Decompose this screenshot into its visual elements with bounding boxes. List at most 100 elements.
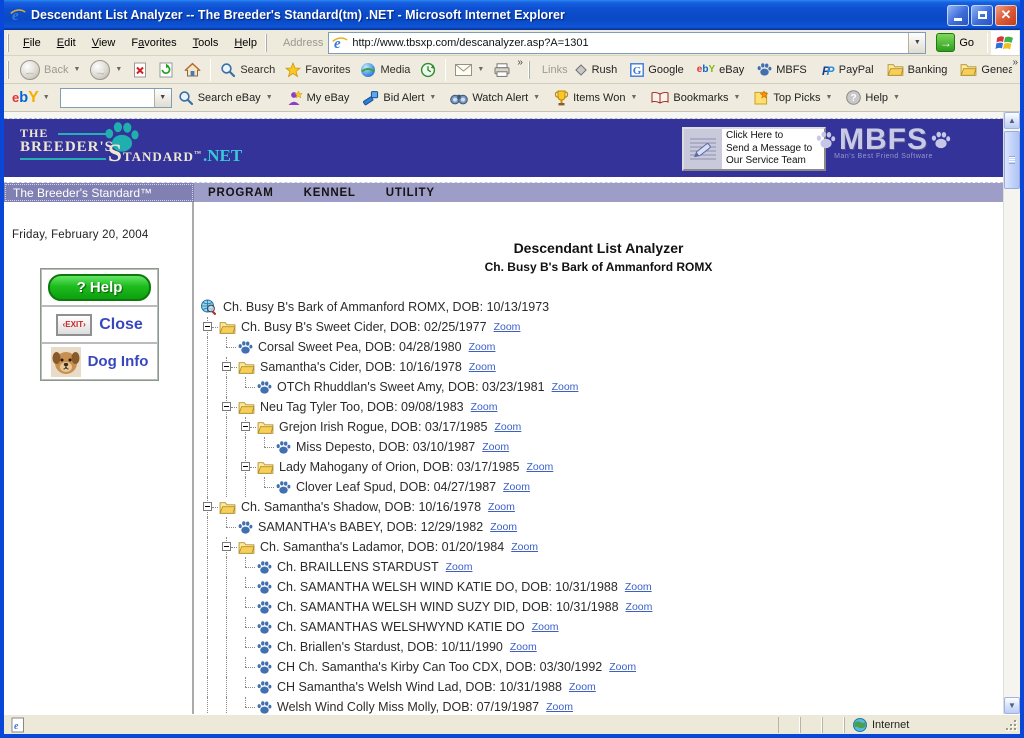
mbfs-logo[interactable]: MBFS Man's Best Friend Software: [816, 125, 951, 160]
media-button[interactable]: Media: [355, 60, 415, 80]
nav-item-program[interactable]: PROGRAM: [208, 187, 274, 199]
resize-grip[interactable]: [1004, 718, 1018, 732]
scroll-up-button[interactable]: ▲: [1004, 112, 1020, 129]
ebay-bid-alert[interactable]: Bid Alert▼: [363, 90, 436, 106]
zoom-link[interactable]: Zoom: [503, 481, 530, 493]
ebay-search-dropdown-button[interactable]: ▼: [154, 89, 171, 107]
scroll-down-button[interactable]: ▼: [1004, 697, 1020, 714]
chevron-down-icon[interactable]: ▼: [533, 94, 540, 101]
link-genealogy[interactable]: Genealogy: [960, 63, 1012, 76]
tree-expander[interactable]: [222, 362, 231, 371]
link-ebay[interactable]: ebYeBay: [697, 64, 744, 76]
toolbar-grip[interactable]: [265, 34, 270, 52]
home-button[interactable]: [179, 60, 206, 79]
scrollbar-thumb[interactable]: [1004, 131, 1020, 189]
back-button[interactable]: ←Back▼: [15, 58, 85, 82]
chevron-down-icon[interactable]: ▼: [825, 94, 832, 101]
link-google[interactable]: GGoogle: [630, 63, 683, 77]
link-banking[interactable]: Banking: [887, 63, 948, 76]
toolbar-grip[interactable]: [7, 61, 12, 79]
minimize-button[interactable]: [947, 5, 969, 26]
zoom-link[interactable]: Zoom: [469, 341, 496, 353]
chevron-down-icon[interactable]: ▼: [266, 94, 273, 101]
help-button[interactable]: ? Help: [41, 269, 158, 306]
link-mbfs[interactable]: MBFS: [757, 62, 807, 77]
zoom-link[interactable]: Zoom: [552, 381, 579, 393]
mail-button[interactable]: ▼: [450, 62, 489, 78]
ebay-search-input[interactable]: [61, 89, 154, 107]
toolbar-overflow-chevron[interactable]: »: [517, 57, 523, 68]
zoom-link[interactable]: Zoom: [510, 641, 537, 653]
ebay-my-ebay[interactable]: My eBay: [287, 90, 350, 106]
zoom-link[interactable]: Zoom: [494, 321, 521, 333]
zoom-link[interactable]: Zoom: [469, 361, 496, 373]
close-button[interactable]: ✕: [995, 5, 1017, 26]
zoom-link[interactable]: Zoom: [488, 501, 515, 513]
zoom-link[interactable]: Zoom: [569, 681, 596, 693]
zoom-link[interactable]: Zoom: [490, 521, 517, 533]
close-button[interactable]: ‹EXIT›Close: [41, 306, 158, 343]
zoom-link[interactable]: Zoom: [526, 461, 553, 473]
forward-button[interactable]: →▼: [85, 58, 127, 82]
tree-expander[interactable]: [222, 542, 231, 551]
maximize-button[interactable]: [971, 5, 993, 26]
tree-expander[interactable]: [222, 402, 231, 411]
stop-button[interactable]: [127, 60, 153, 80]
zoom-link[interactable]: Zoom: [446, 561, 473, 573]
nav-item-utility[interactable]: UTILITY: [386, 187, 435, 199]
chevron-down-icon[interactable]: ▼: [429, 94, 436, 101]
menu-favorites[interactable]: Favorites: [123, 34, 184, 52]
ebay-top-picks[interactable]: Top Picks▼: [754, 90, 832, 105]
menu-view[interactable]: View: [84, 34, 124, 52]
chevron-down-icon[interactable]: ▼: [477, 66, 484, 73]
menu-edit[interactable]: Edit: [49, 34, 84, 52]
tree-expander[interactable]: [203, 322, 212, 331]
menu-help[interactable]: Help: [226, 34, 265, 52]
zoom-link[interactable]: Zoom: [494, 421, 521, 433]
ebay-search-combobox[interactable]: ▼: [60, 88, 172, 108]
tree-expander[interactable]: [241, 422, 250, 431]
favorites-button[interactable]: Favorites: [280, 60, 355, 80]
toolbar-grip[interactable]: [528, 61, 533, 79]
zoom-link[interactable]: Zoom: [626, 601, 653, 613]
chevron-down-icon[interactable]: ▼: [630, 94, 637, 101]
chevron-down-icon[interactable]: ▼: [43, 94, 50, 101]
ebay-items-won[interactable]: Items Won▼: [554, 90, 637, 106]
refresh-button[interactable]: [153, 60, 179, 80]
zoom-link[interactable]: Zoom: [482, 441, 509, 453]
ebay-logo[interactable]: ebY: [12, 89, 39, 107]
doginfo-button[interactable]: Dog Info: [41, 343, 158, 380]
address-input[interactable]: [352, 37, 908, 49]
chevron-down-icon[interactable]: ▼: [115, 66, 122, 73]
tree-expander[interactable]: [203, 502, 212, 511]
menu-tools[interactable]: Tools: [185, 34, 227, 52]
print-button[interactable]: [489, 61, 515, 79]
search-button[interactable]: Search: [215, 60, 280, 80]
zoom-link[interactable]: Zoom: [532, 621, 559, 633]
zoom-link[interactable]: Zoom: [511, 541, 538, 553]
zoom-link[interactable]: Zoom: [546, 701, 573, 713]
vertical-scrollbar[interactable]: ▲ ▼: [1003, 112, 1020, 714]
zoom-link[interactable]: Zoom: [471, 401, 498, 413]
link-rush[interactable]: Rush: [574, 63, 618, 77]
go-button[interactable]: → Go: [932, 31, 978, 54]
ebay-bookmarks[interactable]: Bookmarks▼: [651, 91, 740, 104]
ebay-watch-alert[interactable]: Watch Alert▼: [450, 91, 540, 105]
ebay-help[interactable]: ?Help▼: [846, 90, 900, 105]
zoom-link[interactable]: Zoom: [609, 661, 636, 673]
address-dropdown-button[interactable]: ▼: [908, 33, 925, 53]
menu-file[interactable]: File: [15, 34, 49, 52]
history-button[interactable]: [415, 60, 441, 80]
nav-item-kennel[interactable]: KENNEL: [304, 187, 356, 199]
service-message-button[interactable]: Click Here to Send a Message to Our Serv…: [682, 127, 826, 171]
chevron-down-icon[interactable]: ▼: [733, 94, 740, 101]
chevron-down-icon[interactable]: ▼: [73, 66, 80, 73]
links-overflow-chevron[interactable]: »: [1012, 57, 1018, 68]
chevron-down-icon[interactable]: ▼: [893, 94, 900, 101]
ebay-search-ebay[interactable]: Search eBay▼: [178, 90, 273, 106]
zoom-link[interactable]: Zoom: [625, 581, 652, 593]
link-paypal[interactable]: PPPayPal: [820, 63, 874, 77]
tree-expander[interactable]: [241, 462, 250, 471]
toolbar-grip[interactable]: [7, 34, 12, 52]
address-bar[interactable]: e ▼: [328, 32, 926, 54]
